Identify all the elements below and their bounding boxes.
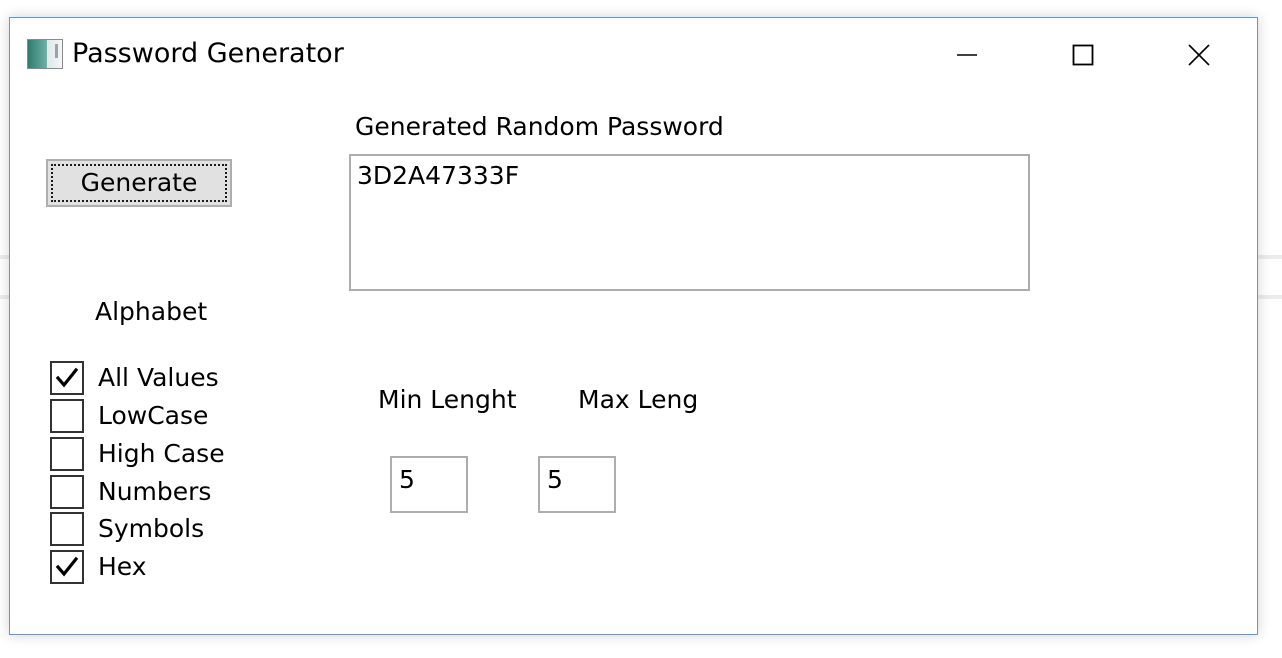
checkbox-box[interactable] [50,512,84,546]
generate-button[interactable]: Generate [46,159,232,207]
max-length-label: Max Leng [578,385,699,414]
password-output-field[interactable]: 3D2A47333F [349,154,1030,291]
checkbox-box[interactable] [50,437,84,471]
min-length-label: Min Lenght [378,385,517,414]
checkbox-label: Symbols [98,514,205,543]
checkbox-hex[interactable]: Hex [50,550,147,584]
maximize-button[interactable] [1025,18,1141,92]
checkbox-numbers[interactable]: Numbers [50,475,211,509]
checkbox-label: Numbers [98,477,212,506]
close-icon [1188,44,1210,66]
minimize-icon [957,54,977,56]
checkbox-all-values[interactable]: All Values [50,361,219,395]
close-button[interactable] [1141,18,1257,92]
checkbox-box[interactable] [50,550,84,584]
checkbox-label: All Values [98,363,219,392]
checkbox-high-case[interactable]: High Case [50,437,225,471]
checkbox-label: Hex [98,552,147,581]
generate-button-label: Generate [80,168,198,197]
min-length-input[interactable]: 5 [390,456,468,513]
minimize-button[interactable] [909,18,1025,92]
checkbox-box[interactable] [50,361,84,395]
maximize-icon [1072,44,1094,66]
checkbox-box[interactable] [50,475,84,509]
window-title: Password Generator [72,38,344,69]
max-length-input[interactable]: 5 [538,456,616,513]
checkbox-lowcase[interactable]: LowCase [50,399,208,433]
checkbox-box[interactable] [50,399,84,433]
checkbox-symbols[interactable]: Symbols [50,512,204,546]
app-icon [27,39,63,69]
title-bar[interactable]: Password Generator [10,18,1257,92]
alphabet-label: Alphabet [95,297,208,326]
checkbox-label: LowCase [98,401,209,430]
checkmark-icon [55,367,79,388]
checkbox-label: High Case [98,439,225,468]
checkmark-icon [55,556,79,577]
password-generator-window: Password Generator Generate Generated Ra… [9,17,1258,635]
password-label: Generated Random Password [355,112,724,141]
